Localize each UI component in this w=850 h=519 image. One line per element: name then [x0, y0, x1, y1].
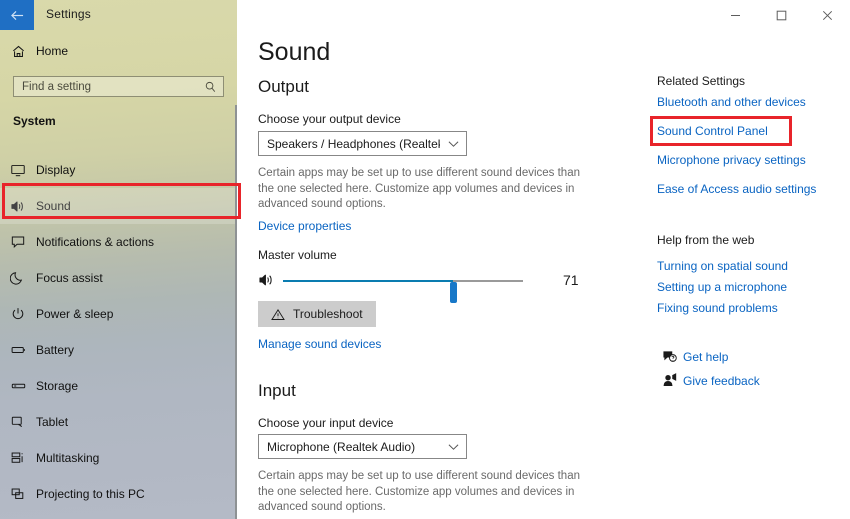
input-section-heading: Input: [258, 381, 296, 400]
page-title: Sound: [258, 38, 331, 66]
input-device-value: Microphone (Realtek Audio): [267, 439, 416, 454]
storage-icon: [0, 378, 36, 394]
sidebar-section-label: System: [13, 114, 56, 128]
get-help-row[interactable]: Get help: [657, 349, 728, 364]
sidebar-item-sound[interactable]: Sound: [0, 188, 237, 224]
minimize-button[interactable]: [712, 0, 758, 30]
notification-icon: [0, 234, 36, 250]
multitasking-icon: [0, 450, 36, 466]
settings-window: Home System Display: [0, 0, 850, 519]
sidebar-item-label: Power & sleep: [36, 307, 114, 321]
sidebar-scrollbar[interactable]: [235, 105, 237, 519]
master-volume-label: Master volume: [258, 248, 337, 262]
output-section-heading: Output: [258, 77, 310, 96]
sidebar-home-label: Home: [36, 44, 69, 58]
chevron-down-icon: [440, 443, 466, 451]
search-input[interactable]: [14, 77, 194, 96]
device-properties-link[interactable]: Device properties: [258, 219, 351, 233]
troubleshoot-label: Troubleshoot: [293, 307, 363, 321]
tablet-icon: [0, 414, 36, 430]
search-icon: [204, 80, 217, 99]
speaker-icon[interactable]: [258, 272, 276, 293]
output-device-select[interactable]: Speakers / Headphones (Realtek Au...: [258, 131, 467, 156]
related-link-bluetooth-and-other-devices[interactable]: Bluetooth and other devices: [657, 95, 806, 109]
sidebar-item-display[interactable]: Display: [0, 152, 237, 188]
sidebar-item-label: Battery: [36, 343, 75, 357]
sidebar-item-label: Storage: [36, 379, 79, 393]
sidebar-item-label: Display: [36, 163, 76, 177]
maximize-button[interactable]: [758, 0, 804, 30]
input-device-label: Choose your input device: [258, 416, 394, 430]
sidebar-item-power-and-sleep[interactable]: Power & sleep: [0, 296, 237, 332]
related-link-microphone-privacy-settings[interactable]: Microphone privacy settings: [657, 153, 806, 167]
main-content: Sound Output Choose your output device S…: [258, 0, 638, 519]
sidebar-item-focus-assist[interactable]: Focus assist: [0, 260, 237, 296]
sidebar-item-notifications-and-actions[interactable]: Notifications & actions: [0, 224, 237, 260]
sidebar-item-label: Projecting to this PC: [36, 487, 145, 501]
troubleshoot-button[interactable]: Troubleshoot: [258, 301, 376, 327]
get-help-label[interactable]: Get help: [683, 350, 728, 364]
sidebar-item-multitasking[interactable]: Multitasking: [0, 440, 237, 476]
give-feedback-row[interactable]: Give feedback: [657, 373, 760, 388]
volume-slider-thumb[interactable]: [450, 282, 458, 303]
sidebar: Home System Display: [0, 0, 237, 519]
speaker-icon: [0, 199, 36, 214]
sidebar-item-label: Sound: [36, 199, 71, 213]
window-controls: [712, 0, 850, 30]
right-panel: Related Settings Bluetooth and other dev…: [657, 0, 850, 519]
sidebar-item-label: Tablet: [36, 415, 69, 429]
output-description: Certain apps may be set up to use differ…: [258, 167, 580, 210]
home-icon: [0, 44, 36, 59]
get-help-icon: [657, 349, 683, 364]
search-box[interactable]: [13, 76, 224, 97]
related-settings-title: Related Settings: [657, 74, 746, 88]
manage-sound-devices-link[interactable]: Manage sound devices: [258, 337, 381, 351]
sidebar-item-home[interactable]: Home: [0, 38, 237, 64]
output-device-label: Choose your output device: [258, 112, 401, 126]
input-description: Certain apps may be set up to use differ…: [258, 470, 580, 513]
sidebar-item-battery[interactable]: Battery: [0, 332, 237, 368]
sidebar-item-label: Notifications & actions: [36, 235, 155, 249]
battery-icon: [0, 342, 36, 358]
help-link-setting-up-a-microphone[interactable]: Setting up a microphone: [657, 280, 787, 294]
volume-slider-track[interactable]: [283, 280, 523, 303]
back-button[interactable]: [0, 0, 34, 30]
help-link-fixing-sound-problems[interactable]: Fixing sound problems: [657, 301, 778, 315]
title-bar: Settings: [0, 0, 850, 30]
input-device-select[interactable]: Microphone (Realtek Audio): [258, 434, 467, 459]
give-feedback-label[interactable]: Give feedback: [683, 374, 760, 388]
power-icon: [0, 306, 36, 322]
monitor-icon: [0, 162, 36, 178]
sidebar-item-projecting-to-this-pc[interactable]: Projecting to this PC: [0, 476, 237, 512]
related-link-ease-of-access-audio-settings[interactable]: Ease of Access audio settings: [657, 182, 816, 196]
back-arrow-icon: [10, 9, 25, 22]
related-link-sound-control-panel[interactable]: Sound Control Panel: [657, 124, 768, 138]
volume-value: 71: [563, 272, 579, 288]
sidebar-nav-list: Display Sound Notifications & actions Fo…: [0, 152, 237, 512]
give-feedback-icon: [657, 373, 683, 388]
master-volume-slider-row: 71: [258, 268, 583, 303]
help-link-turning-on-spatial-sound[interactable]: Turning on spatial sound: [657, 259, 788, 273]
output-device-value: Speakers / Headphones (Realtek Au...: [267, 136, 440, 151]
sidebar-item-label: Multitasking: [36, 451, 100, 465]
projecting-icon: [0, 486, 36, 502]
sidebar-item-tablet[interactable]: Tablet: [0, 404, 237, 440]
sidebar-item-storage[interactable]: Storage: [0, 368, 237, 404]
close-button[interactable]: [804, 0, 850, 30]
help-from-web-title: Help from the web: [657, 233, 755, 247]
window-title: Settings: [46, 7, 91, 21]
chevron-down-icon: [440, 140, 466, 148]
warning-triangle-icon: [271, 308, 285, 321]
sidebar-item-label: Focus assist: [36, 271, 103, 285]
moon-icon: [0, 270, 36, 286]
volume-slider-fill: [283, 280, 454, 282]
